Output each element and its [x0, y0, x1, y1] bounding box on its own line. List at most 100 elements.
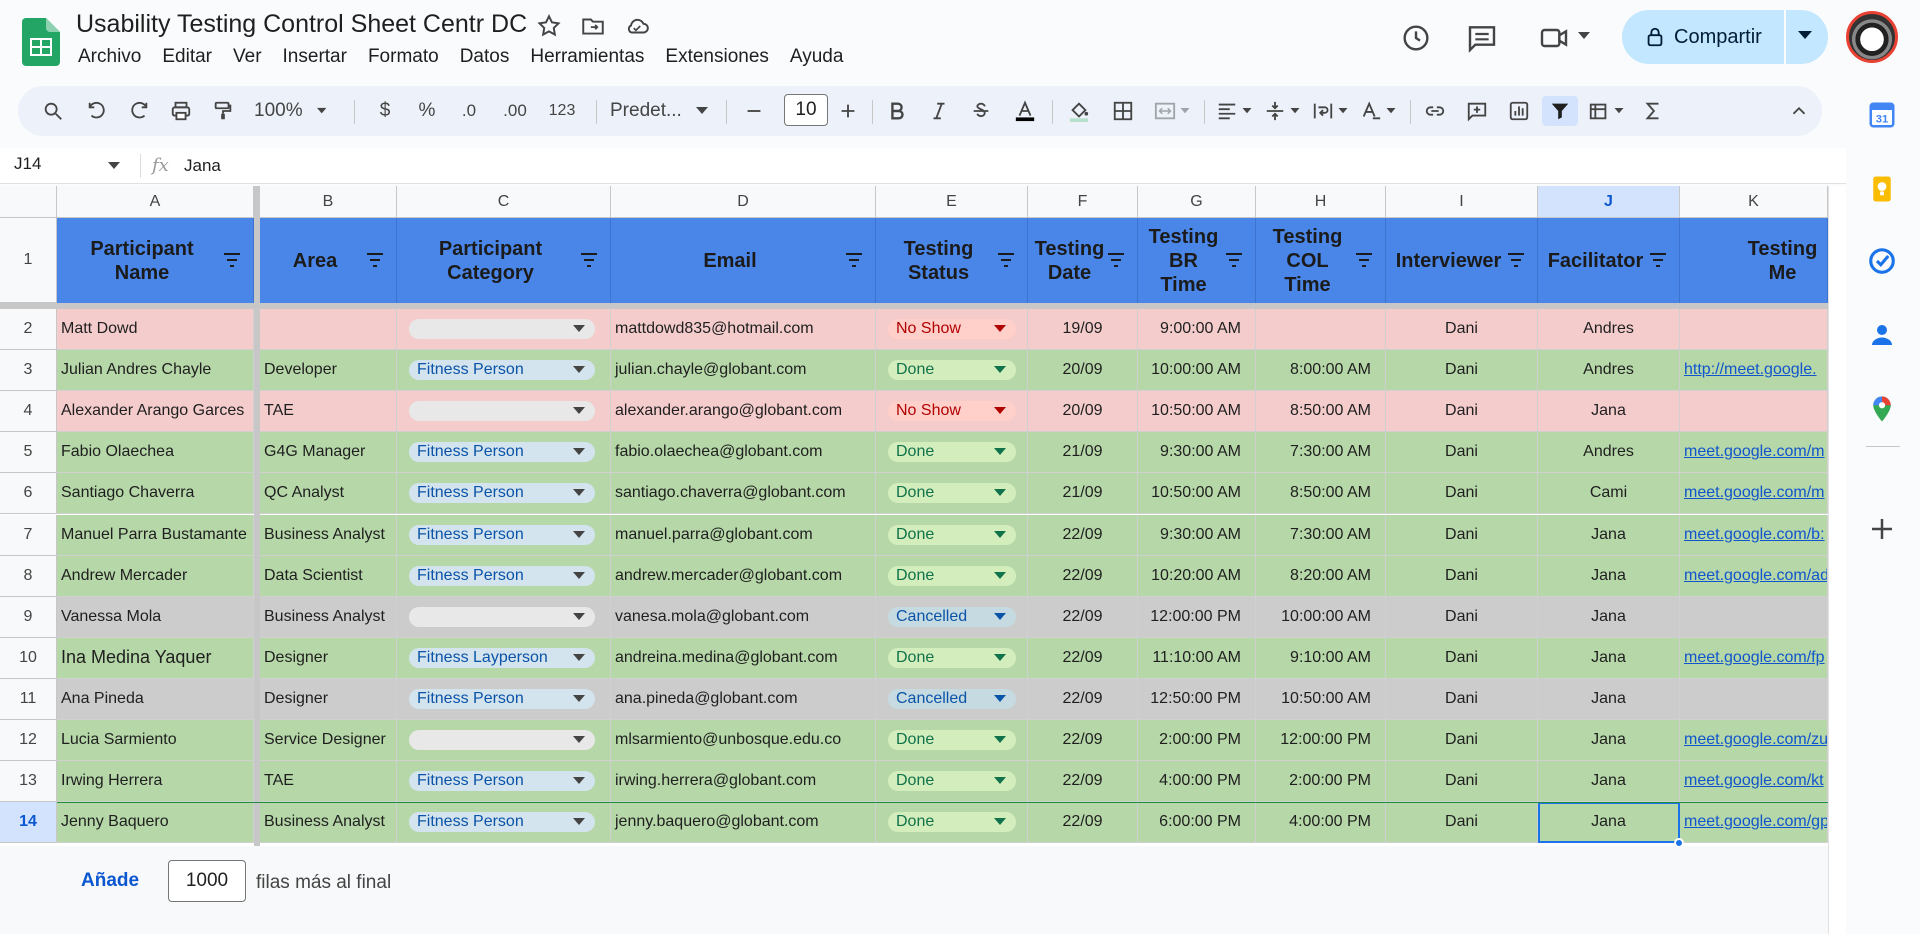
table-cell[interactable]: Dani — [1386, 678, 1538, 720]
table-cell[interactable]: TAE — [260, 391, 397, 433]
font-size-input[interactable]: 10 — [784, 94, 828, 126]
table-cell[interactable]: 10:50:00 AM — [1138, 473, 1256, 515]
table-cell[interactable]: 22/09 — [1028, 720, 1138, 761]
table-cell[interactable]: 12:00:00 PM — [1138, 596, 1256, 638]
table-cell[interactable]: Developer — [260, 350, 397, 392]
meet-link[interactable]: meet.google.com/zu — [1684, 731, 1827, 749]
row-header[interactable]: 14 — [0, 802, 57, 844]
row-header[interactable]: 11 — [0, 678, 57, 720]
column-filter-icon[interactable] — [1225, 252, 1243, 268]
table-cell[interactable]: Fitness Person — [397, 350, 611, 392]
menu-ver[interactable]: Ver — [233, 46, 272, 68]
table-cell[interactable]: Dani — [1386, 309, 1538, 350]
decrease-decimal-button[interactable]: .0 — [454, 96, 484, 126]
table-cell[interactable] — [1680, 309, 1828, 350]
table-cell[interactable]: 2:00:00 PM — [1256, 761, 1386, 803]
table-cell[interactable]: Dani — [1386, 514, 1538, 556]
table-cell[interactable]: Ina Medina Yaquer — [57, 637, 254, 679]
table-cell[interactable]: Andrew Mercader — [57, 555, 254, 597]
table-cell[interactable]: meet.google.com/zu — [1680, 720, 1828, 761]
header-cell[interactable]: Interviewer — [1386, 218, 1538, 303]
row-header[interactable]: 3 — [0, 350, 57, 392]
menu-archivo[interactable]: Archivo — [78, 46, 151, 68]
currency-format-button[interactable]: $ — [372, 96, 398, 126]
chevron-down-icon[interactable] — [108, 162, 120, 170]
table-cell[interactable]: 12:50:00 PM — [1138, 678, 1256, 720]
table-cell[interactable]: 9:30:00 AM — [1138, 514, 1256, 556]
table-cell[interactable]: Cami — [1538, 473, 1680, 515]
table-cell[interactable]: Fitness Person — [397, 802, 611, 844]
status-dropdown-chip[interactable]: Done — [888, 647, 1016, 668]
category-dropdown-chip[interactable] — [409, 319, 595, 339]
text-color-icon[interactable] — [1008, 96, 1042, 126]
italic-icon[interactable] — [924, 96, 954, 126]
filter-views-icon[interactable] — [1584, 96, 1628, 126]
text-rotation-icon[interactable] — [1356, 96, 1400, 126]
functions-icon[interactable] — [1638, 96, 1668, 126]
table-cell[interactable]: Dani — [1386, 391, 1538, 433]
vertical-scrollbar[interactable] — [1828, 186, 1846, 934]
table-cell[interactable]: andrew.mercader@globant.com — [611, 555, 876, 597]
header-cell[interactable]: Participant Category — [397, 218, 611, 303]
table-cell[interactable]: Vanessa Mola — [57, 596, 254, 638]
row-header[interactable]: 5 — [0, 432, 57, 474]
font-size-decrease-button[interactable] — [742, 96, 766, 126]
table-cell[interactable]: Done — [876, 637, 1028, 679]
table-cell[interactable]: Alexander Arango Garces — [57, 391, 254, 433]
table-cell[interactable]: fabio.olaechea@globant.com — [611, 432, 876, 474]
strikethrough-icon[interactable] — [966, 96, 996, 126]
table-cell[interactable]: meet.google.com/m — [1680, 473, 1828, 515]
column-filter-icon[interactable] — [1355, 252, 1373, 268]
collapse-menus-icon[interactable] — [1784, 96, 1814, 126]
category-dropdown-chip[interactable]: Fitness Person — [409, 771, 595, 792]
table-cell[interactable]: 9:00:00 AM — [1138, 309, 1256, 350]
column-header-A[interactable]: A — [57, 186, 254, 218]
table-cell[interactable]: meet.google.com/b: — [1680, 514, 1828, 556]
table-cell[interactable]: 22/09 — [1028, 761, 1138, 803]
table-cell[interactable] — [1680, 596, 1828, 638]
font-size-increase-button[interactable] — [836, 96, 860, 126]
header-cell[interactable]: Testing Date — [1028, 218, 1138, 303]
header-cell[interactable]: Participant Name — [57, 218, 254, 303]
status-dropdown-chip[interactable]: Done — [888, 730, 1016, 750]
table-cell[interactable]: Dani — [1386, 802, 1538, 844]
category-dropdown-chip[interactable]: Fitness Person — [409, 812, 595, 833]
table-cell[interactable]: Service Designer — [260, 720, 397, 761]
table-cell[interactable]: Fitness Layperson — [397, 637, 611, 679]
table-cell[interactable]: Fitness Person — [397, 473, 611, 515]
table-cell[interactable]: G4G Manager — [260, 432, 397, 474]
table-cell[interactable]: meet.google.com/gp — [1680, 802, 1828, 844]
table-cell[interactable]: Jana — [1538, 596, 1680, 638]
category-dropdown-chip[interactable] — [409, 401, 595, 422]
table-cell[interactable]: 7:30:00 AM — [1256, 432, 1386, 474]
table-cell[interactable]: 21/09 — [1028, 473, 1138, 515]
calendar-icon[interactable]: 31 — [1867, 100, 1897, 130]
insert-comment-icon[interactable] — [1462, 96, 1492, 126]
table-cell[interactable]: 8:20:00 AM — [1256, 555, 1386, 597]
row-header[interactable]: 2 — [0, 309, 57, 350]
meet-link[interactable]: meet.google.com/m — [1684, 484, 1825, 502]
status-dropdown-chip[interactable]: Done — [888, 565, 1016, 586]
add-addon-icon[interactable] — [1867, 514, 1897, 544]
table-cell[interactable]: Dani — [1386, 761, 1538, 803]
header-cell[interactable]: Testing Me — [1680, 218, 1828, 303]
table-cell[interactable]: 20/09 — [1028, 391, 1138, 433]
column-filter-icon[interactable] — [1507, 252, 1525, 268]
table-cell[interactable]: Jana — [1538, 761, 1680, 803]
insert-link-icon[interactable] — [1420, 96, 1450, 126]
table-cell[interactable]: Done — [876, 432, 1028, 474]
add-rows-button[interactable]: Añade — [81, 870, 139, 892]
fill-handle[interactable] — [1674, 838, 1684, 846]
table-cell[interactable]: Done — [876, 350, 1028, 392]
row-header[interactable]: 7 — [0, 514, 57, 556]
table-cell[interactable]: Irwing Herrera — [57, 761, 254, 803]
table-cell[interactable]: Fitness Person — [397, 555, 611, 597]
menu-insertar[interactable]: Insertar — [283, 46, 357, 68]
table-cell[interactable]: Fitness Person — [397, 678, 611, 720]
category-dropdown-chip[interactable]: Fitness Person — [409, 524, 595, 545]
table-cell[interactable]: Manuel Parra Bustamante — [57, 514, 254, 556]
frozen-column-divider[interactable] — [254, 186, 260, 846]
table-cell[interactable]: alexander.arango@globant.com — [611, 391, 876, 433]
table-cell[interactable]: mlsarmiento@unbosque.edu.co — [611, 720, 876, 761]
menu-formato[interactable]: Formato — [368, 46, 449, 68]
